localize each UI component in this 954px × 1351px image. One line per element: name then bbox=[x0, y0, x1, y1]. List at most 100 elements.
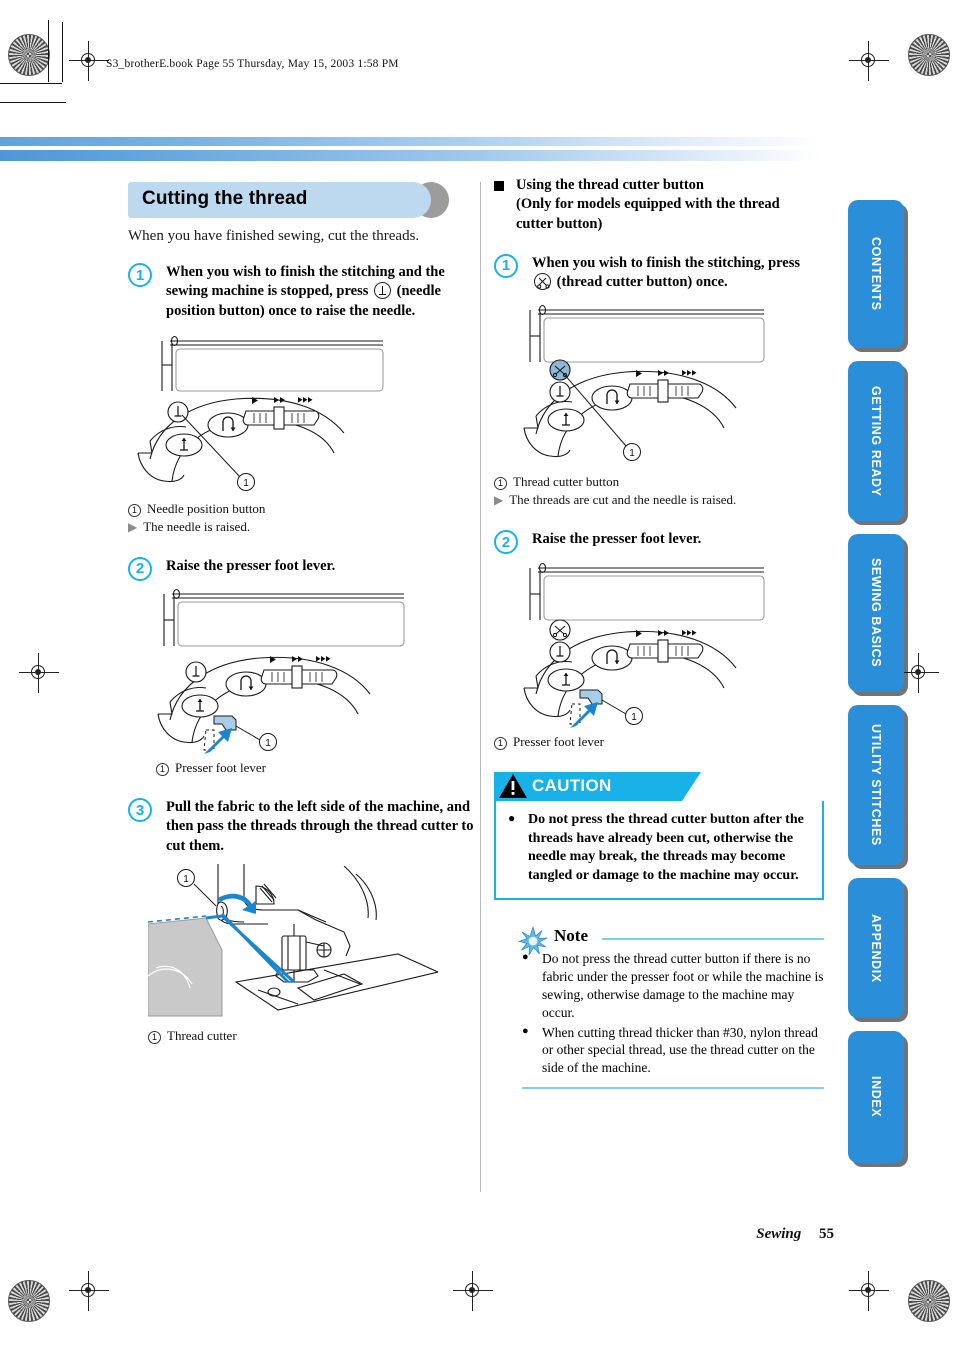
right-step-2-number: 2 bbox=[494, 530, 518, 555]
crosshair-bottom-left bbox=[69, 1271, 109, 1311]
warning-triangle-icon bbox=[498, 773, 528, 799]
needle-position-glyph-callout bbox=[549, 641, 571, 663]
sidebar-tab-sewing-basics-label: SEWING BASICS bbox=[869, 558, 883, 668]
note-header-rule bbox=[601, 938, 824, 941]
figure-1-caption: 1 Needle position button bbox=[128, 501, 476, 517]
callout-marker-1: 1 bbox=[623, 443, 641, 462]
figure-presser-foot-lever-right: 1 bbox=[522, 558, 824, 730]
speed-control-slider bbox=[626, 370, 704, 403]
right-figure-2-caption-text: Presser foot lever bbox=[513, 733, 604, 749]
step-2: 2 Raise the presser foot lever. bbox=[128, 556, 476, 581]
header-gradient-bar-upper bbox=[0, 137, 820, 146]
caution-box: CAUTION Do not press the thread cutter b… bbox=[494, 771, 824, 901]
caution-label: CAUTION bbox=[532, 776, 612, 796]
step-2-number: 2 bbox=[128, 556, 152, 581]
reverse-stitch-button-on-panel bbox=[207, 412, 249, 438]
caution-body: Do not press the thread cutter button af… bbox=[494, 800, 824, 901]
speed-control-slider bbox=[626, 629, 704, 663]
reverse-stitch-button-on-panel bbox=[225, 671, 267, 697]
svg-text:1: 1 bbox=[265, 738, 271, 749]
registration-rosette-top-left bbox=[8, 34, 50, 76]
note-list: Do not press the thread cutter button if… bbox=[522, 950, 824, 1077]
right-column: Using the thread cutter button (Only for… bbox=[494, 176, 824, 1089]
sidebar-tab-getting-ready[interactable]: GETTING READY bbox=[848, 361, 904, 521]
right-step-1: 1 When you wish to finish the stitching,… bbox=[494, 253, 824, 293]
direction-arrow-icon bbox=[570, 701, 598, 728]
figure-3-caption-text: Thread cutter bbox=[167, 1027, 237, 1043]
figure-thread-cutter-button: 1 bbox=[522, 300, 824, 470]
note-list-item: When cutting thread thicker than #30, ny… bbox=[522, 1024, 824, 1077]
section-title: Cutting the thread bbox=[128, 182, 476, 218]
step-3-text: Pull the fabric to the left side of the … bbox=[166, 799, 474, 854]
step-1: 1 When you wish to finish the stitching … bbox=[128, 263, 476, 321]
sidebar-tab-utility-stitches[interactable]: UTILITY STITCHES bbox=[848, 705, 904, 865]
reverse-stitch-button-on-panel bbox=[591, 645, 633, 671]
speed-control-slider bbox=[260, 656, 338, 689]
sidebar-tab-contents[interactable]: CONTENTS bbox=[848, 200, 904, 348]
side-tab-navigation: CONTENTS GETTING READY SEWING BASICS UTI… bbox=[848, 200, 908, 1176]
figure-thread-cutter: 1 bbox=[148, 863, 476, 1024]
step-3: 3 Pull the fabric to the left side of th… bbox=[128, 798, 476, 856]
thread-cutter-button-on-panel bbox=[549, 619, 571, 641]
callout-marker-1: 1 bbox=[259, 733, 277, 752]
figure-3-caption-number: 1 bbox=[148, 1030, 161, 1044]
subsection-heading-line-2: (Only for models equipped with the threa… bbox=[516, 196, 780, 213]
sidebar-tab-index-label: INDEX bbox=[869, 1076, 883, 1118]
crop-line-top-left-h2 bbox=[0, 83, 62, 84]
subsection-heading: Using the thread cutter button (Only for… bbox=[494, 176, 824, 234]
figure-presser-foot-lever-right-svg: 1 bbox=[523, 562, 765, 728]
crop-line-top-left-h bbox=[0, 102, 66, 103]
triangle-bullet-icon: ▶ bbox=[494, 493, 504, 508]
callout-marker-1: 1 bbox=[625, 706, 643, 725]
right-figure-1-caption-number: 1 bbox=[494, 477, 507, 491]
step-3-number: 3 bbox=[128, 798, 152, 823]
needle-position-button-icon bbox=[373, 282, 391, 300]
section-intro-text: When you have finished sewing, cut the t… bbox=[128, 228, 420, 244]
figure-2-caption-text: Presser foot lever bbox=[175, 760, 266, 776]
step-1-number: 1 bbox=[128, 263, 152, 287]
section-title-text: Cutting the thread bbox=[142, 188, 308, 209]
right-step-2: 2 Raise the presser foot lever. bbox=[494, 530, 824, 555]
column-divider bbox=[480, 182, 481, 1192]
figure-thread-cutter-button-svg: 1 bbox=[523, 305, 765, 462]
right-figure-1-caption-text: Thread cutter button bbox=[513, 474, 620, 490]
svg-text:1: 1 bbox=[243, 478, 249, 489]
figure-needle-position-button-svg: 1 bbox=[137, 335, 384, 491]
sidebar-tab-appendix-label: APPENDIX bbox=[869, 913, 883, 983]
sidebar-tab-getting-ready-label: GETTING READY bbox=[869, 385, 883, 497]
figure-2-caption: 1 Presser foot lever bbox=[156, 760, 476, 777]
right-figure-1-result-text: The threads are cut and the needle is ra… bbox=[509, 492, 737, 508]
crop-line-top-left-v2 bbox=[62, 22, 63, 82]
right-figure-2-caption: 1 Presser foot lever bbox=[494, 734, 824, 750]
caution-banner: CAUTION bbox=[494, 771, 701, 801]
svg-text:1: 1 bbox=[631, 712, 637, 723]
needle-position-button-on-panel bbox=[165, 433, 203, 457]
crosshair-top-right bbox=[849, 41, 889, 81]
right-figure-1-result: ▶ The threads are cut and the needle is … bbox=[494, 492, 824, 508]
figure-3-caption: 1 Thread cutter bbox=[148, 1028, 476, 1044]
triangle-bullet-icon: ▶ bbox=[128, 519, 138, 534]
file-header-text: S3_brotherE.book Page 55 Thursday, May 1… bbox=[106, 58, 399, 70]
footer-page-number: 55 bbox=[819, 1226, 834, 1242]
sidebar-tab-index[interactable]: INDEX bbox=[848, 1031, 904, 1163]
needle-position-button-on-panel bbox=[547, 408, 585, 432]
needle-position-button-on-panel bbox=[547, 668, 585, 692]
registration-rosette-bottom-right bbox=[908, 1280, 950, 1322]
right-figure-2-caption-number: 1 bbox=[494, 736, 507, 750]
note-box: Note Do not press the thread cutter butt… bbox=[494, 926, 824, 1077]
sidebar-tab-utility-stitches-label: UTILITY STITCHES bbox=[869, 724, 883, 846]
right-step-2-text: Raise the presser foot lever. bbox=[532, 531, 702, 548]
right-step-1-number: 1 bbox=[494, 253, 518, 278]
note-bottom-rule bbox=[522, 1086, 824, 1089]
crop-line-top-left-v bbox=[48, 20, 49, 82]
needle-position-glyph-callout bbox=[167, 401, 189, 423]
svg-text:1: 1 bbox=[629, 448, 635, 459]
figure-1-caption-text: Needle position button bbox=[147, 500, 266, 516]
needle-position-glyph-callout bbox=[185, 661, 207, 683]
sidebar-tab-appendix[interactable]: APPENDIX bbox=[848, 878, 904, 1018]
caution-bullet-item: Do not press the thread cutter button af… bbox=[508, 810, 810, 887]
sidebar-tab-sewing-basics[interactable]: SEWING BASICS bbox=[848, 534, 904, 692]
crosshair-bottom-right bbox=[849, 1271, 889, 1311]
footer-section-name: Sewing bbox=[756, 1226, 802, 1242]
crosshair-bottom-center bbox=[453, 1271, 493, 1311]
